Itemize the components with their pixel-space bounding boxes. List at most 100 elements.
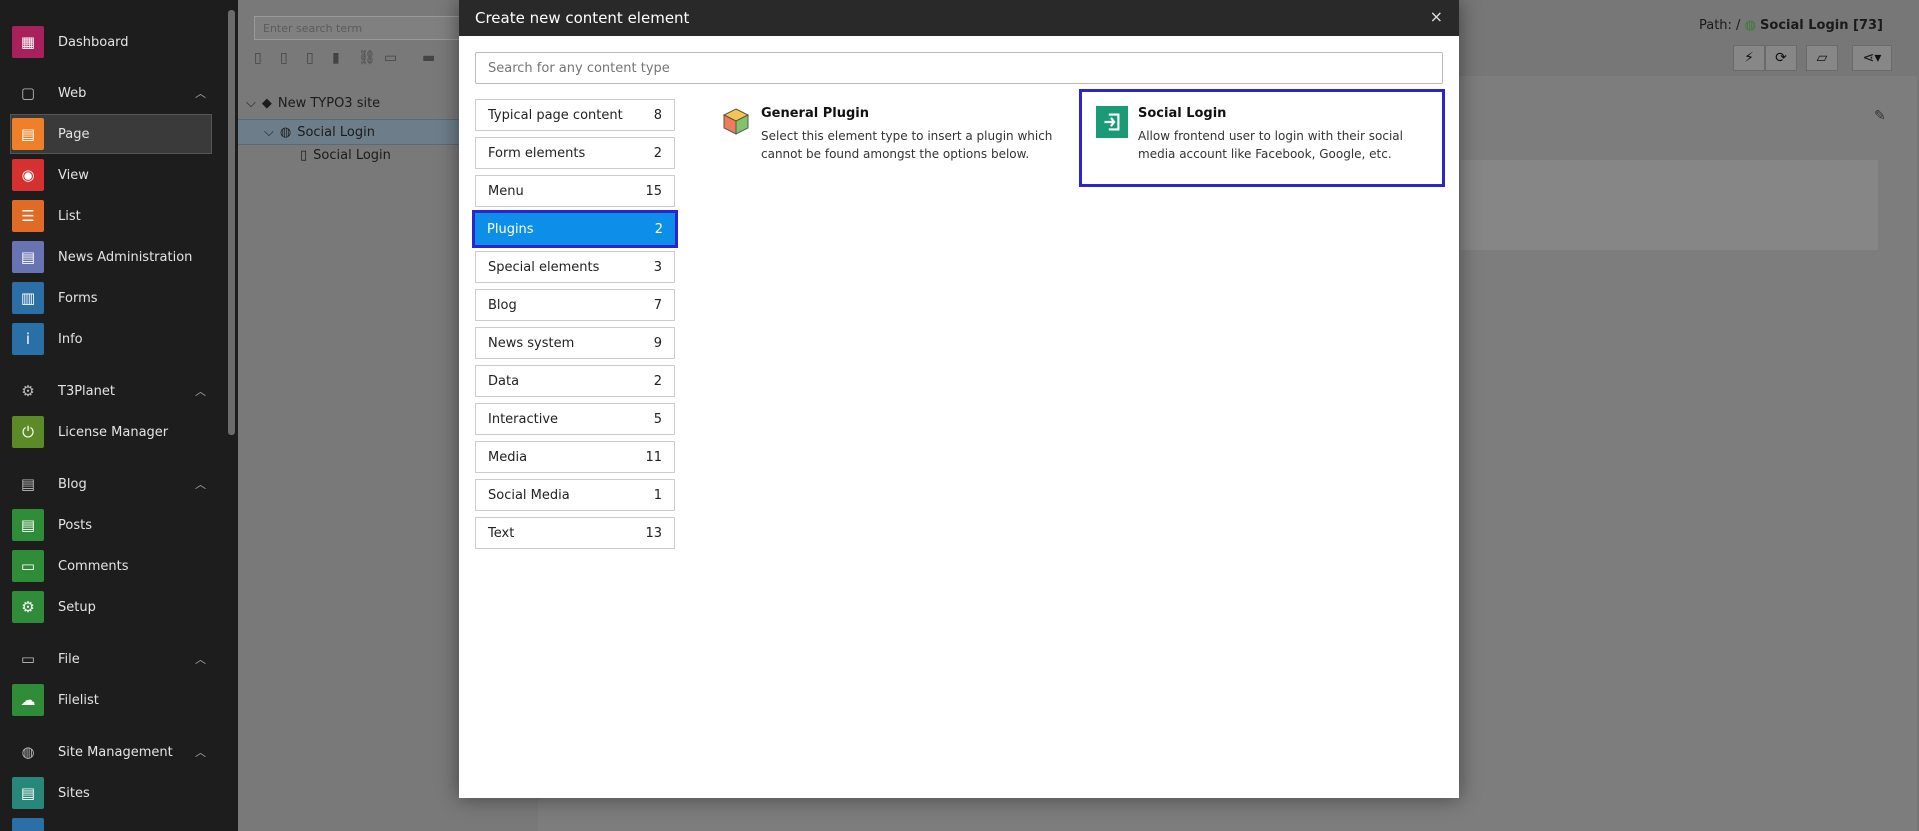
module-list[interactable]: ☰ List <box>12 196 212 236</box>
eye-icon: ◉ <box>12 159 44 191</box>
element-title: General Plugin <box>761 106 869 121</box>
module-page[interactable]: ▤ Page <box>10 114 212 154</box>
module-dashboard[interactable]: ▦ Dashboard <box>12 22 212 62</box>
category-form-elements[interactable]: Form elements 2 <box>475 137 675 169</box>
category-label: Text <box>488 525 515 541</box>
folder-icon[interactable]: ▭ <box>384 50 397 66</box>
refresh-icon[interactable]: ⟳ <box>1765 45 1797 71</box>
category-special-elements[interactable]: Special elements 3 <box>475 251 675 283</box>
module-label: Comments <box>58 558 129 574</box>
category-label: Media <box>488 449 528 465</box>
category-label: Plugins <box>487 221 534 237</box>
chevron-up-icon: ︿ <box>195 653 206 666</box>
new-page-variant-icon[interactable]: ▯ <box>280 50 288 66</box>
module-icon <box>12 818 44 831</box>
module-label: Dashboard <box>58 34 129 50</box>
plugin-box-icon <box>722 108 750 135</box>
file-icon: ▭ <box>20 650 36 668</box>
content-type-search-input[interactable] <box>475 52 1443 84</box>
new-page-icon[interactable]: ▯ <box>254 50 262 66</box>
group-label: Web <box>58 85 87 101</box>
category-count: 7 <box>653 297 662 313</box>
globe-icon: ◍ <box>279 124 292 140</box>
category-news-system[interactable]: News system 9 <box>475 327 675 359</box>
module-comments[interactable]: ▭ Comments <box>12 546 212 586</box>
module-forms[interactable]: ▥ Forms <box>12 278 212 318</box>
breadcrumb: Path: / ◍ Social Login [73] <box>1699 18 1883 33</box>
bookmark-icon[interactable]: ▱ <box>1806 45 1838 71</box>
page-icon: ▯ <box>300 148 308 163</box>
path-page[interactable]: Social Login [73] <box>1760 18 1883 33</box>
category-text[interactable]: Text 13 <box>475 517 675 549</box>
category-label: Data <box>488 373 520 389</box>
group-web[interactable]: ▢ Web ︿ <box>12 75 212 111</box>
globe-icon: ◍ <box>21 743 35 761</box>
chevron-up-icon: ︿ <box>195 746 206 759</box>
module-menu-scrollbar[interactable] <box>228 10 235 435</box>
category-label: Blog <box>488 297 517 313</box>
category-plugins[interactable]: Plugins 2 <box>472 210 678 248</box>
trash-icon[interactable]: ▬ <box>422 50 435 66</box>
list-icon: ☰ <box>12 200 44 232</box>
link-icon[interactable]: ⛓ <box>358 50 376 66</box>
category-blog[interactable]: Blog 7 <box>475 289 675 321</box>
delete-page-icon[interactable]: ▮ <box>332 50 340 66</box>
group-blog[interactable]: ▤ Blog ︿ <box>12 466 212 502</box>
category-media[interactable]: Media 11 <box>475 441 675 473</box>
chevron-up-icon: ︿ <box>195 385 206 398</box>
chevron-down-icon: ⌵ <box>246 96 256 111</box>
category-label: Typical page content <box>488 107 623 123</box>
group-t3planet[interactable]: ⚙ T3Planet ︿ <box>12 373 212 409</box>
posts-icon: ▤ <box>12 509 44 541</box>
element-social-login[interactable]: Social Login Allow frontend user to logi… <box>1079 89 1445 187</box>
category-label: Special elements <box>488 259 600 275</box>
category-interactive[interactable]: Interactive 5 <box>475 403 675 435</box>
tree-search-input[interactable]: Enter search term <box>254 16 494 40</box>
group-label: Blog <box>58 476 87 492</box>
globe-icon: ◍ <box>1744 18 1756 33</box>
module-label: Page <box>58 126 90 142</box>
module-news-administration[interactable]: ▤ News Administration <box>12 237 212 277</box>
category-label: Menu <box>488 183 524 199</box>
category-count: 5 <box>653 411 662 427</box>
blog-icon: ▤ <box>20 475 36 493</box>
tree-root-label: New TYPO3 site <box>277 96 381 111</box>
module-info[interactable]: i Info <box>12 319 212 359</box>
module-setup[interactable]: ⚙ Setup <box>12 587 212 627</box>
sites-icon: ▤ <box>12 777 44 809</box>
category-menu[interactable]: Menu 15 <box>475 175 675 207</box>
close-icon[interactable]: × <box>1430 7 1443 26</box>
group-label: File <box>58 651 80 667</box>
category-typical-page-content[interactable]: Typical page content 8 <box>475 99 675 131</box>
chevron-up-icon: ︿ <box>195 478 206 491</box>
module-label: Info <box>58 331 83 347</box>
group-file[interactable]: ▭ File ︿ <box>12 641 212 677</box>
module-next[interactable] <box>12 814 212 831</box>
cloud-icon: ☁ <box>12 684 44 716</box>
category-label: Form elements <box>488 145 586 161</box>
share-icon[interactable]: ⋖▾ <box>1852 45 1892 71</box>
copy-page-icon[interactable]: ▯ <box>306 50 314 66</box>
category-count: 8 <box>653 107 662 123</box>
power-icon: ⏻ <box>12 416 44 448</box>
tree-child[interactable]: ▯ Social Login <box>300 148 391 163</box>
module-label: Sites <box>58 785 90 801</box>
group-site-management[interactable]: ◍ Site Management ︿ <box>12 734 212 770</box>
module-filelist[interactable]: ☁ Filelist <box>12 680 212 720</box>
category-count: 9 <box>653 335 662 351</box>
module-sites[interactable]: ▤ Sites <box>12 773 212 813</box>
login-icon <box>1096 106 1128 138</box>
module-label: Forms <box>58 290 98 306</box>
tree-node-label: Social Login <box>297 124 375 140</box>
module-view[interactable]: ◉ View <box>12 155 212 195</box>
category-data[interactable]: Data 2 <box>475 365 675 397</box>
pencil-icon[interactable]: ✎ <box>1874 108 1886 124</box>
module-license-manager[interactable]: ⏻ License Manager <box>12 412 212 452</box>
category-count: 11 <box>645 449 662 465</box>
module-posts[interactable]: ▤ Posts <box>12 505 212 545</box>
element-general-plugin[interactable]: General Plugin Select this element type … <box>721 106 1061 163</box>
flash-icon[interactable]: ⚡ <box>1733 45 1765 71</box>
tree-root[interactable]: ⌵ ◆ New TYPO3 site <box>246 96 380 111</box>
category-social-media[interactable]: Social Media 1 <box>475 479 675 511</box>
module-label: Filelist <box>58 692 99 708</box>
